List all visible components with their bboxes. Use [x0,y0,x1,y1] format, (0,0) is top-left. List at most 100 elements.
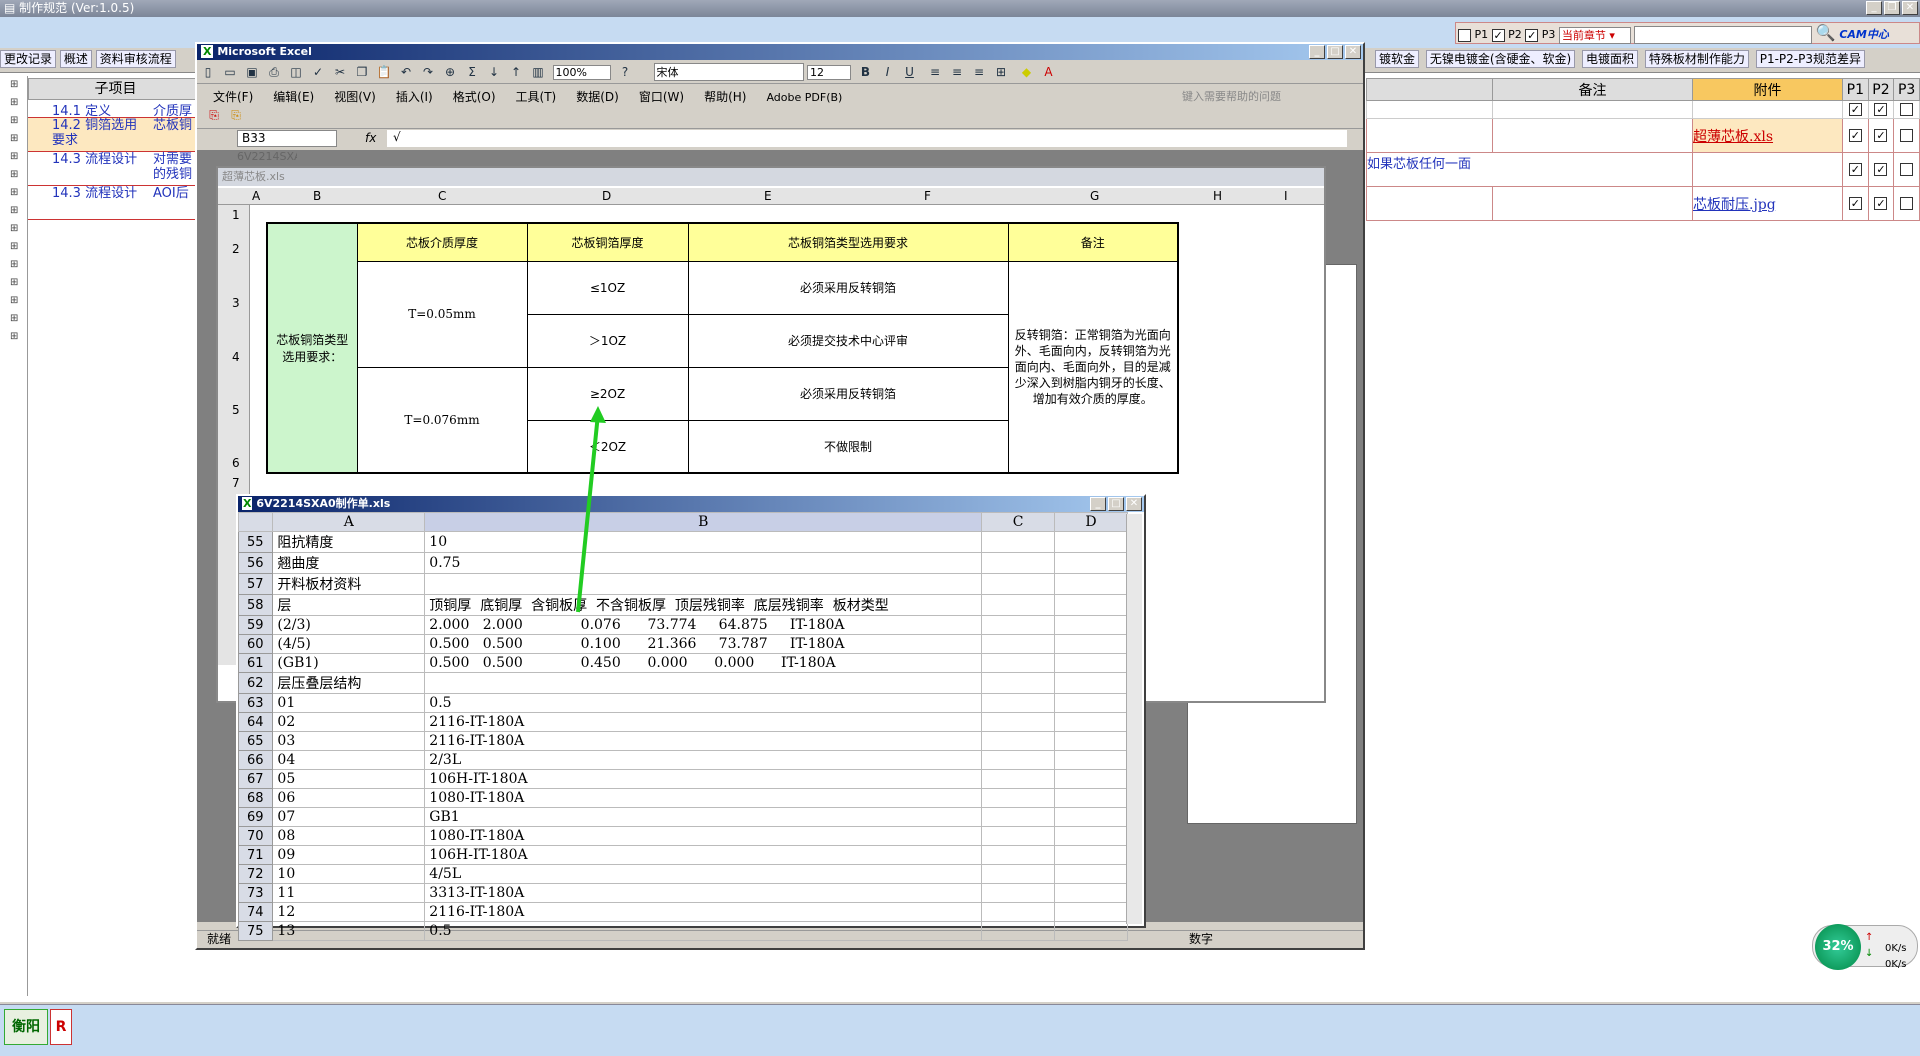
new-icon[interactable]: ▯ [199,63,217,81]
zoom-select[interactable]: 100% [552,65,611,80]
p1-checkbox[interactable] [1458,28,1471,42]
cell-d[interactable] [1054,845,1128,865]
sheet2-scrollbar[interactable] [1126,514,1142,924]
merge-icon[interactable]: ⊞ [992,63,1010,81]
cell-a[interactable]: 02 [272,712,426,732]
align-left-icon[interactable]: ≡ [926,63,944,81]
cell-a[interactable]: 10 [272,864,426,884]
copy-icon[interactable]: ❐ [353,63,371,81]
search-input[interactable] [1634,26,1813,44]
cell-d[interactable] [1054,594,1128,616]
sheet2-maximize-button[interactable]: □ [1108,497,1124,511]
menu-edit[interactable]: 编辑(E) [273,88,314,105]
cell-d[interactable] [1054,615,1128,635]
cell-c[interactable] [981,634,1056,654]
cell-d[interactable] [1054,531,1128,553]
autosum-icon[interactable]: Σ [463,63,481,81]
menu-insert[interactable]: 插入(I) [396,88,433,105]
row3-p3-checkbox[interactable] [1900,163,1914,176]
tab-p-diff[interactable]: P1-P2-P3规范差异 [1755,50,1866,68]
cell-c[interactable] [981,615,1056,635]
list-item[interactable]: 14.1 定义 介质厚 [28,100,203,119]
cell-d[interactable] [1054,634,1128,654]
cell-c[interactable] [981,653,1056,673]
row1-p1-checkbox[interactable]: ✓ [1848,103,1862,116]
cell-d[interactable] [1054,921,1128,941]
cell-d[interactable] [1054,902,1128,922]
cell-a[interactable]: (GB1) [272,653,426,673]
spell-icon[interactable]: ✓ [309,63,327,81]
cell-c[interactable] [981,902,1056,922]
align-center-icon[interactable]: ≡ [948,63,966,81]
cell-c[interactable] [981,826,1056,846]
cell-d[interactable] [1054,712,1128,732]
cell-c[interactable] [981,845,1056,865]
italic-icon[interactable]: I [879,63,897,81]
cut-icon[interactable]: ✂ [331,63,349,81]
font-select[interactable]: 宋体 [653,63,804,81]
menu-tools[interactable]: 工具(T) [516,88,557,105]
print-icon[interactable]: ⎙ [265,63,283,81]
pdf-settings-icon[interactable]: ⎘ [227,106,245,124]
cell-c[interactable] [981,531,1056,553]
tab-special-material[interactable]: 特殊板材制作能力 [1644,50,1749,68]
font-color-icon[interactable]: A [1040,63,1058,81]
cell-a[interactable]: 层 [272,594,426,616]
menu-window[interactable]: 窗口(W) [639,88,684,105]
cell-b[interactable]: 1080-IT-180A [424,826,983,846]
excel-minimize-button[interactable]: _ [1309,45,1325,59]
cell-b[interactable]: 2.000 2.000 0.076 73.774 64.875 IT-180A [424,615,983,635]
cell-d[interactable] [1054,731,1128,751]
cell-d[interactable] [1054,693,1128,713]
cell-d[interactable] [1054,864,1128,884]
menu-data[interactable]: 数据(D) [576,88,619,105]
cell-d[interactable] [1054,750,1128,770]
undo-icon[interactable]: ↶ [397,63,415,81]
cell-c[interactable] [981,788,1056,808]
cell-a[interactable]: 06 [272,788,426,808]
menu-file[interactable]: 文件(F) [213,88,253,105]
redo-icon[interactable]: ↷ [419,63,437,81]
cell-d[interactable] [1054,883,1128,903]
cell-b[interactable]: 106H-IT-180A [424,845,983,865]
cell-a[interactable]: 11 [272,883,426,903]
attachment-link-ultrathin[interactable]: 超薄芯板.xls [1693,129,1773,145]
cell-a[interactable]: 09 [272,845,426,865]
cell-b[interactable]: GB1 [424,807,983,827]
cell-c[interactable] [981,769,1056,789]
cell-b[interactable]: 0.500 0.500 0.450 0.000 0.000 IT-180A [424,653,983,673]
row4-p1-checkbox[interactable]: ✓ [1848,197,1862,210]
cell-d[interactable] [1054,552,1128,574]
name-box[interactable]: B33 [237,130,337,147]
cell-c[interactable] [981,712,1056,732]
cell-d[interactable] [1054,653,1128,673]
minimize-button[interactable]: _ [1866,1,1882,15]
menu-view[interactable]: 视图(V) [334,88,376,105]
cell-b[interactable]: 2116-IT-180A [424,731,983,751]
excel-maximize-button[interactable]: □ [1327,45,1343,59]
tab-overview[interactable]: 概述 [59,50,92,68]
cell-b[interactable]: 0.500 0.500 0.100 21.366 73.787 IT-180A [424,634,983,654]
attachment-link-pressure[interactable]: 芯板耐压.jpg [1693,197,1776,213]
row1-p3-checkbox[interactable] [1900,103,1914,116]
cell-c[interactable] [981,750,1056,770]
underline-icon[interactable]: U [901,63,919,81]
row2-p1-checkbox[interactable]: ✓ [1848,129,1862,142]
cell-a[interactable]: 05 [272,769,426,789]
cell-d[interactable] [1054,672,1128,694]
help-icon[interactable]: ? [616,63,634,81]
hyperlink-icon[interactable]: ⊕ [441,63,459,81]
cell-a[interactable]: 翘曲度 [272,552,426,574]
open-icon[interactable]: ▭ [221,63,239,81]
cell-c[interactable] [981,921,1056,941]
cell-c[interactable] [981,672,1056,694]
size-select[interactable]: 12 [807,65,851,80]
cell-a[interactable]: 01 [272,693,426,713]
cell-c[interactable] [981,594,1056,616]
tab-plating-area[interactable]: 电镀面积 [1582,50,1639,68]
cell-b[interactable]: 4/5L [424,864,983,884]
cell-c[interactable] [981,731,1056,751]
bold-icon[interactable]: B [857,63,875,81]
close-button[interactable]: ✕ [1902,1,1918,15]
cell-c[interactable] [981,807,1056,827]
